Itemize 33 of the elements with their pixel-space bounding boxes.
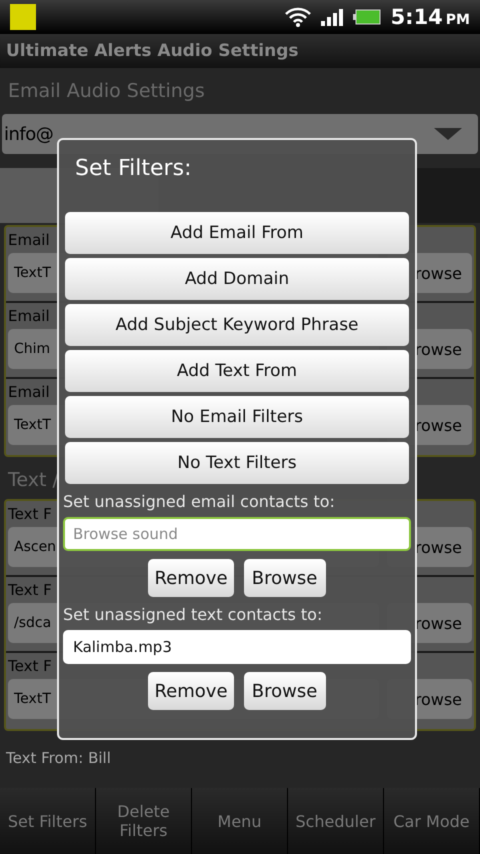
toolbar-button[interactable]: Scheduler [288, 788, 384, 854]
filter-button[interactable]: Add Domain [65, 258, 409, 300]
row-label: Text F [8, 657, 52, 675]
app-title: Ultimate Alerts Audio Settings [0, 34, 480, 68]
row-label: Text From: Bill [6, 749, 111, 767]
sound-input[interactable]: Kalimba.mp3 [63, 630, 411, 664]
filter-button[interactable]: No Email Filters [65, 396, 409, 438]
filter-button[interactable]: Add Text From [65, 350, 409, 392]
signal-icon [320, 8, 343, 26]
remove-button[interactable]: Remove [148, 559, 234, 597]
toolbar-button[interactable]: Car Mode [384, 788, 480, 854]
dialog-title: Set Filters: [74, 155, 192, 183]
row-label: Email [8, 383, 50, 401]
section-heading: Email Audio Settings [8, 80, 205, 104]
browse-button[interactable]: Browse [244, 559, 326, 597]
row-label: Email [8, 231, 50, 249]
toolbar-button[interactable]: Delete Filters [96, 788, 192, 854]
browse-button[interactable]: Browse [244, 672, 326, 710]
filter-button[interactable]: No Text Filters [65, 442, 409, 484]
row-label: Email [8, 307, 50, 325]
row-label: Text F [8, 505, 52, 523]
field-label: Set unassigned text contacts to: [63, 605, 322, 624]
sound-input[interactable]: Browse sound [63, 517, 411, 551]
filter-button[interactable]: Add Email From [65, 212, 409, 254]
toolbar-button[interactable]: Menu [192, 788, 288, 854]
row-label: Text F [8, 581, 52, 599]
battery-icon [352, 9, 381, 25]
wifi-icon [284, 7, 311, 27]
remove-button[interactable]: Remove [148, 672, 234, 710]
field-label: Set unassigned email contacts to: [63, 492, 335, 511]
toolbar-button[interactable]: Set Filters [0, 788, 96, 854]
clock: 5:14 PM [390, 5, 470, 29]
filter-button[interactable]: Add Subject Keyword Phrase [65, 304, 409, 346]
